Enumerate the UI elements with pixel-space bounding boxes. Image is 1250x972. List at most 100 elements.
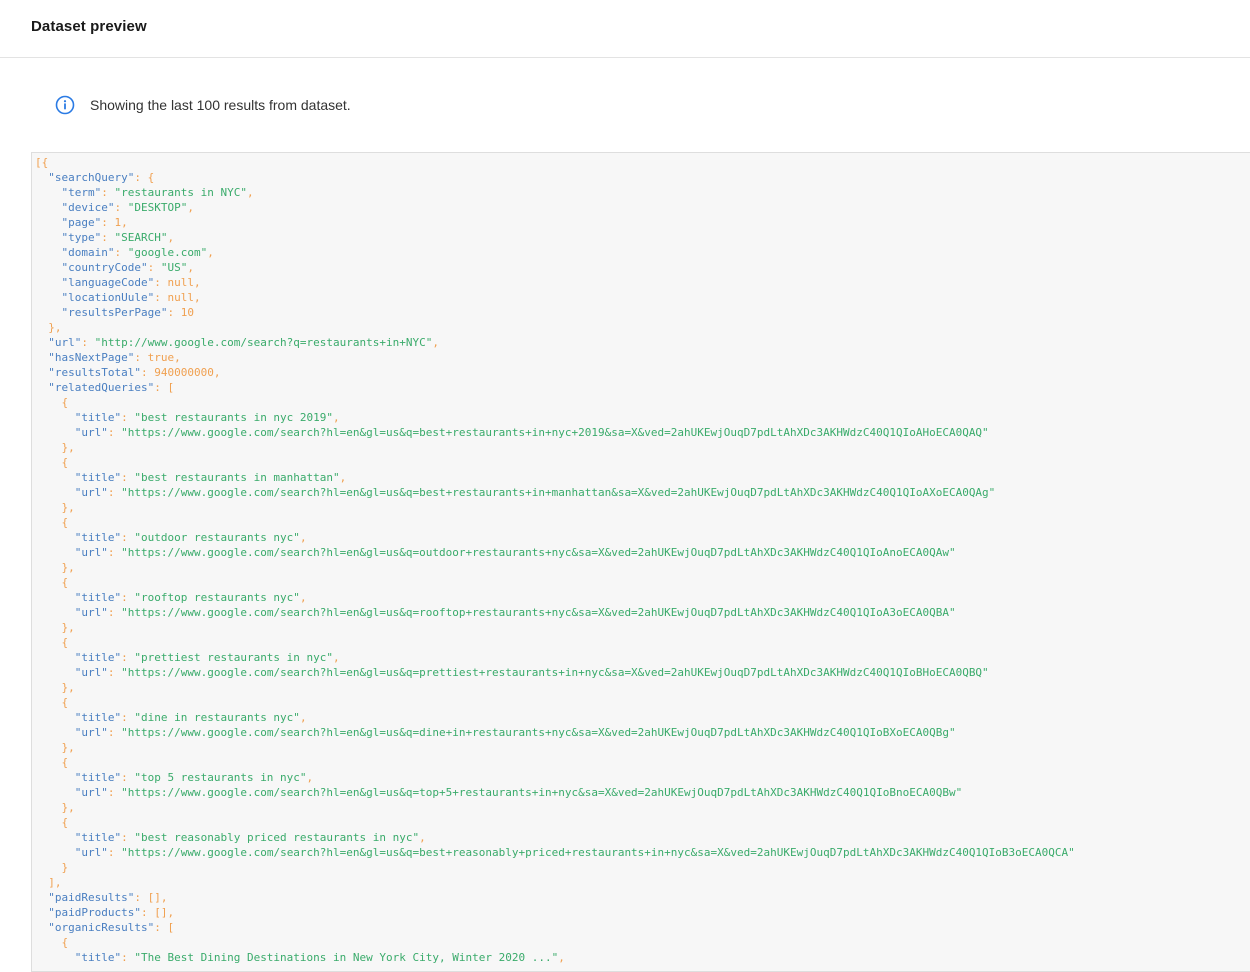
json-string: "US" <box>160 261 188 274</box>
code-line: { <box>35 935 1075 950</box>
json-string: "http://www.google.com/search?q=restaura… <box>94 336 433 349</box>
json-punct <box>35 846 75 859</box>
json-punct <box>35 591 75 604</box>
json-punct <box>35 216 62 229</box>
json-punct <box>35 606 75 619</box>
json-punct: }, <box>35 741 75 754</box>
code-line: "url": "https://www.google.com/search?hl… <box>35 665 1075 680</box>
json-punct <box>35 366 48 379</box>
json-punct: , <box>333 411 340 424</box>
code-line: "type": "SEARCH", <box>35 230 1075 245</box>
json-punct: : <box>107 426 122 439</box>
json-punct: : <box>167 306 181 319</box>
json-key: "paidProducts" <box>48 906 141 919</box>
json-punct: { <box>35 516 69 529</box>
json-punct: : <box>121 771 135 784</box>
json-punct <box>35 726 75 739</box>
json-punct: }, <box>35 621 75 634</box>
json-key: "url" <box>74 546 108 559</box>
dataset-json-preview[interactable]: [{ "searchQuery": { "term": "restaurants… <box>31 152 1250 972</box>
json-key: "url" <box>74 426 108 439</box>
json-punct: : <box>107 846 122 859</box>
json-string: "rooftop restaurants nyc" <box>134 591 300 604</box>
json-punct: , <box>306 771 314 784</box>
json-punct: : <box>121 591 135 604</box>
json-punct: : <box>107 546 122 559</box>
json-punct: , <box>213 366 221 379</box>
json-punct: ], <box>35 876 62 889</box>
code-line: }, <box>35 500 1075 515</box>
json-key: "title" <box>74 771 122 784</box>
json-punct <box>35 531 75 544</box>
json-punct: : <box>81 336 95 349</box>
code-line: "title": "The Best Dining Destinations i… <box>35 950 1075 965</box>
json-punct <box>35 336 48 349</box>
json-punct <box>35 276 62 289</box>
code-line: "resultsPerPage": 10 <box>35 305 1075 320</box>
json-punct: , <box>299 591 307 604</box>
code-line: "title": "prettiest restaurants in nyc", <box>35 650 1075 665</box>
json-punct: { <box>35 696 69 709</box>
json-punct <box>35 486 75 499</box>
json-punct: { <box>35 396 69 409</box>
json-punct <box>35 771 75 784</box>
json-punct: : <box>121 471 135 484</box>
json-punct: { <box>35 936 69 949</box>
json-code: [{ "searchQuery": { "term": "restaurants… <box>35 155 1075 965</box>
code-line: { <box>35 515 1075 530</box>
code-line: } <box>35 860 1075 875</box>
json-punct <box>35 186 62 199</box>
code-line: ], <box>35 875 1075 890</box>
json-punct: , <box>333 651 340 664</box>
code-line: "url": "https://www.google.com/search?hl… <box>35 785 1075 800</box>
code-line: "title": "rooftop restaurants nyc", <box>35 590 1075 605</box>
page-header: Dataset preview <box>0 0 1250 58</box>
json-punct <box>35 381 48 394</box>
json-punct: [{ <box>35 156 49 169</box>
page-title: Dataset preview <box>31 18 147 35</box>
json-punct: : <box>147 261 161 274</box>
json-punct: { <box>35 756 69 769</box>
json-punct: : <box>101 216 115 229</box>
code-line: [{ <box>35 155 1075 170</box>
code-line: "title": "top 5 restaurants in nyc", <box>35 770 1075 785</box>
json-punct <box>35 426 75 439</box>
json-punct: , <box>187 261 194 274</box>
json-string: "prettiest restaurants in nyc" <box>134 651 334 664</box>
json-punct <box>35 951 75 964</box>
json-punct <box>35 231 62 244</box>
code-line: }, <box>35 680 1075 695</box>
code-line: }, <box>35 440 1075 455</box>
code-line: "paidResults": [], <box>35 890 1075 905</box>
json-punct <box>35 201 62 214</box>
json-key: "locationUule" <box>61 291 155 304</box>
code-line: "title": "best restaurants in manhattan"… <box>35 470 1075 485</box>
json-punct <box>35 546 75 559</box>
json-key: "hasNextPage" <box>48 351 135 364</box>
json-punct: , <box>193 276 201 289</box>
json-punct: : <box>107 606 122 619</box>
json-string: "DESKTOP" <box>127 201 188 214</box>
json-key: "relatedQueries" <box>48 381 155 394</box>
json-punct <box>35 306 62 319</box>
json-key: "title" <box>74 651 122 664</box>
json-key: "resultsTotal" <box>48 366 141 379</box>
json-punct: } <box>35 861 69 874</box>
code-line: { <box>35 755 1075 770</box>
code-line: "resultsTotal": 940000000, <box>35 365 1075 380</box>
code-line: }, <box>35 620 1075 635</box>
json-string: "https://www.google.com/search?hl=en&gl=… <box>121 486 996 499</box>
code-line: "url": "https://www.google.com/search?hl… <box>35 485 1075 500</box>
code-line: "url": "https://www.google.com/search?hl… <box>35 605 1075 620</box>
json-punct: : <box>107 486 122 499</box>
json-punct: : <box>121 411 135 424</box>
json-key: "type" <box>61 231 102 244</box>
json-key: "resultsPerPage" <box>61 306 168 319</box>
json-string: "restaurants in NYC" <box>114 186 247 199</box>
json-punct: , <box>299 531 307 544</box>
json-punct: : <box>121 531 135 544</box>
code-line: "domain": "google.com", <box>35 245 1075 260</box>
json-key: "title" <box>74 951 122 964</box>
json-key: "title" <box>74 531 122 544</box>
json-punct: : <box>140 366 155 379</box>
